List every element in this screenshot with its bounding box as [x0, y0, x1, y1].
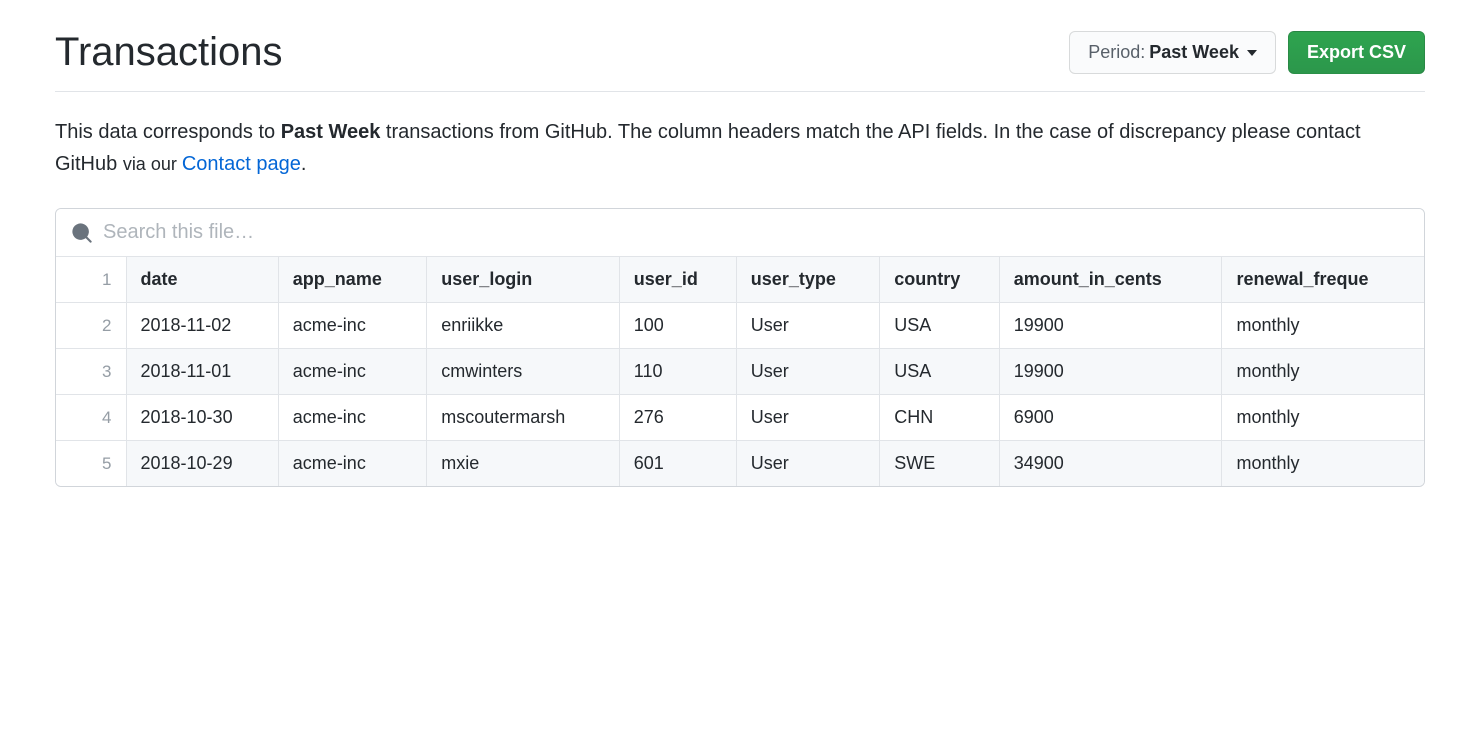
- line-number: 2: [56, 303, 126, 349]
- column-header: amount_in_cents: [999, 257, 1222, 303]
- table-cell: User: [736, 349, 879, 395]
- table-cell: USA: [880, 349, 1000, 395]
- file-box: 1dateapp_nameuser_loginuser_iduser_typec…: [55, 208, 1425, 487]
- table-cell: monthly: [1222, 349, 1424, 395]
- table-header-row: 1dateapp_nameuser_loginuser_iduser_typec…: [56, 257, 1424, 303]
- table-cell: acme-inc: [278, 395, 426, 441]
- table-cell: 2018-10-29: [126, 441, 278, 487]
- table-cell: 601: [619, 441, 736, 487]
- table-cell: monthly: [1222, 303, 1424, 349]
- period-label: Period:: [1088, 42, 1145, 63]
- table-cell: 19900: [999, 303, 1222, 349]
- table-cell: mxie: [427, 441, 620, 487]
- desc-prefix: This data corresponds to: [55, 121, 281, 143]
- column-header: user_id: [619, 257, 736, 303]
- column-header: date: [126, 257, 278, 303]
- line-number: 1: [56, 257, 126, 303]
- table-row: 22018-11-02acme-incenriikke100UserUSA199…: [56, 303, 1424, 349]
- description-text: This data corresponds to Past Week trans…: [55, 116, 1425, 180]
- chevron-down-icon: [1247, 50, 1257, 56]
- transactions-table: 1dateapp_nameuser_loginuser_iduser_typec…: [56, 257, 1424, 486]
- page-title: Transactions: [55, 30, 283, 75]
- period-dropdown[interactable]: Period: Past Week: [1069, 31, 1276, 74]
- contact-page-link[interactable]: Contact page: [182, 153, 301, 175]
- table-cell: 2018-10-30: [126, 395, 278, 441]
- table-cell: cmwinters: [427, 349, 620, 395]
- table-cell: User: [736, 303, 879, 349]
- export-csv-button[interactable]: Export CSV: [1288, 31, 1425, 74]
- table-cell: User: [736, 441, 879, 487]
- table-cell: CHN: [880, 395, 1000, 441]
- desc-via: via our: [123, 154, 182, 174]
- table-cell: monthly: [1222, 441, 1424, 487]
- table-cell: acme-inc: [278, 303, 426, 349]
- table-cell: 276: [619, 395, 736, 441]
- table-cell: 34900: [999, 441, 1222, 487]
- table-cell: USA: [880, 303, 1000, 349]
- table-cell: 2018-11-02: [126, 303, 278, 349]
- page-header: Transactions Period: Past Week Export CS…: [55, 30, 1425, 92]
- table-cell: enriikke: [427, 303, 620, 349]
- table-cell: 19900: [999, 349, 1222, 395]
- line-number: 5: [56, 441, 126, 487]
- table-cell: 6900: [999, 395, 1222, 441]
- column-header: app_name: [278, 257, 426, 303]
- table-cell: User: [736, 395, 879, 441]
- table-cell: acme-inc: [278, 349, 426, 395]
- line-number: 3: [56, 349, 126, 395]
- table-cell: 2018-11-01: [126, 349, 278, 395]
- table-row: 32018-11-01acme-inccmwinters110UserUSA19…: [56, 349, 1424, 395]
- period-value: Past Week: [1149, 42, 1239, 63]
- search-bar: [56, 209, 1424, 257]
- column-header: user_type: [736, 257, 879, 303]
- search-icon: [71, 222, 93, 244]
- line-number: 4: [56, 395, 126, 441]
- column-header: renewal_freque: [1222, 257, 1424, 303]
- column-header: country: [880, 257, 1000, 303]
- table-cell: mscoutermarsh: [427, 395, 620, 441]
- table-cell: 110: [619, 349, 736, 395]
- table-cell: 100: [619, 303, 736, 349]
- table-row: 42018-10-30acme-incmscoutermarsh276UserC…: [56, 395, 1424, 441]
- column-header: user_login: [427, 257, 620, 303]
- desc-suffix: .: [301, 153, 307, 175]
- table-cell: acme-inc: [278, 441, 426, 487]
- table-row: 52018-10-29acme-incmxie601UserSWE34900mo…: [56, 441, 1424, 487]
- desc-period: Past Week: [281, 121, 381, 143]
- header-actions: Period: Past Week Export CSV: [1069, 31, 1425, 74]
- table-cell: SWE: [880, 441, 1000, 487]
- table-cell: monthly: [1222, 395, 1424, 441]
- search-input[interactable]: [103, 221, 1409, 244]
